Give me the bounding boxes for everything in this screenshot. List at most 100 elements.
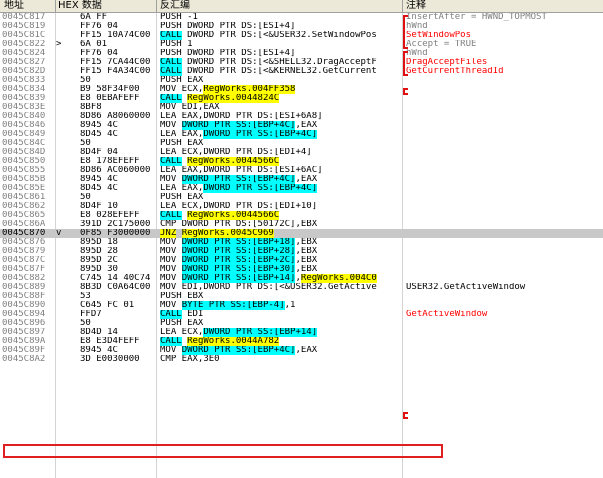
header-comment[interactable]: 注释 bbox=[406, 0, 426, 12]
header-address[interactable]: 地址 bbox=[4, 0, 24, 12]
disasm-row[interactable]: 0045C834 B9 58F34F00 MOV ECX,RegWorks.004F… bbox=[0, 85, 603, 94]
disasm-token: PUSH EAX bbox=[160, 193, 204, 202]
disasm-token: ,EBX bbox=[295, 247, 318, 256]
disasm-cell: MOV DWORD PTR SS:[EBP+4C],EAX bbox=[160, 346, 400, 355]
disasm-row[interactable]: 0045C879 895D 28 MOV DWORD PTR SS:[EBP+28]… bbox=[0, 247, 603, 256]
disasm-cell: CALL RegWorks.0044566C bbox=[160, 211, 400, 220]
hex-cell: 50 bbox=[80, 319, 91, 328]
disasm-token: DWORD PTR SS:[EBP+4C] bbox=[181, 346, 296, 355]
hex-cell: 895D 30 bbox=[80, 265, 118, 274]
disasm-token: RegWorks.0044566C bbox=[187, 157, 280, 166]
disasm-row[interactable]: 0045C82D FF15 F4A34C00 CALL DWORD PTR DS:[… bbox=[0, 67, 603, 76]
jump-marker bbox=[56, 274, 74, 283]
disasm-row[interactable]: 0045C89A E8 E3D4FEFF CALL RegWorks.0044A78… bbox=[0, 337, 603, 346]
disasm-row[interactable]: 0045C894 FFD7 CALL EDI GetActiveWindow bbox=[0, 310, 603, 319]
disasm-token: DWORD PTR DS:[<&SHELL32.DragAcceptF bbox=[181, 58, 377, 67]
disasm-cell: CALL DWORD PTR DS:[<&KERNEL32.GetCurrent bbox=[160, 67, 400, 76]
disasm-token: JNZ bbox=[160, 229, 177, 238]
disasm-row[interactable]: 0045C839 E8 0EBAFEFF CALL RegWorks.0044824… bbox=[0, 94, 603, 103]
hex-cell: FF76 04 bbox=[80, 49, 118, 58]
disasm-row[interactable]: 0045C824 FF76 04 PUSH DWORD PTR DS:[ESI+4]… bbox=[0, 49, 603, 58]
disasm-token: MOV bbox=[160, 247, 182, 256]
disasm-row[interactable]: 0045C85B 8945 4C MOV DWORD PTR SS:[EBP+4C]… bbox=[0, 175, 603, 184]
disasm-row[interactable]: 0045C862 8D4F 10 LEA ECX,DWORD PTR DS:[EDI… bbox=[0, 202, 603, 211]
comment-cell bbox=[406, 148, 601, 157]
comment-cell: USER32.GetActiveWindow bbox=[406, 283, 601, 292]
jump-marker bbox=[56, 292, 74, 301]
comment-cell bbox=[406, 337, 601, 346]
hex-cell: 50 bbox=[80, 193, 91, 202]
jump-marker bbox=[56, 94, 74, 103]
disasm-row[interactable]: 0045C87F 895D 30 MOV DWORD PTR SS:[EBP+30]… bbox=[0, 265, 603, 274]
disasm-row[interactable]: 0045C876 895D 18 MOV DWORD PTR SS:[EBP+18]… bbox=[0, 238, 603, 247]
address-cell: 0045C890 bbox=[2, 301, 46, 310]
disasm-row[interactable]: 0045C846 8945 4C MOV DWORD PTR SS:[EBP+4C]… bbox=[0, 121, 603, 130]
disasm-row[interactable]: 0045C861 50 PUSH EAX bbox=[0, 193, 603, 202]
disasm-row[interactable]: 0045C870 v 0F85 F3000000 JNZ RegWorks.0045C… bbox=[0, 229, 603, 238]
disasm-row[interactable]: 0045C833 50 PUSH EAX bbox=[0, 76, 603, 85]
disasm-cell: MOV DWORD PTR SS:[EBP+14],RegWorks.004C0 bbox=[160, 274, 400, 283]
hex-cell: FF76 04 bbox=[80, 22, 118, 31]
disasm-row[interactable]: 0045C817 6A FF PUSH -1 InsertAfter = HWND_T… bbox=[0, 13, 603, 22]
disasm-row[interactable]: 0045C83E 8BF8 MOV EDI,EAX bbox=[0, 103, 603, 112]
hex-cell: 53 bbox=[80, 292, 91, 301]
disasm-row[interactable]: 0045C88F 53 PUSH EBX bbox=[0, 292, 603, 301]
disasm-row[interactable]: 0045C86A 391D 2C175000 CMP DWORD PTR DS:[5… bbox=[0, 220, 603, 229]
disasm-token: CALL bbox=[160, 94, 182, 103]
disasm-row[interactable]: 0045C822 >6A 01 PUSH 1 Accept = TRUE bbox=[0, 40, 603, 49]
disasm-token: DWORD PTR SS:[EBP+4C] bbox=[181, 175, 296, 184]
jump-marker: > bbox=[56, 40, 62, 49]
address-cell: 0045C855 bbox=[2, 166, 46, 175]
disasm-row[interactable]: 0045C840 8D86 A8060000 LEA EAX,DWORD PTR D… bbox=[0, 112, 603, 121]
hex-cell: 8B3D C0A64C00 bbox=[80, 283, 151, 292]
disasm-row[interactable]: 0045C890 C645 FC 01 MOV BYTE PTR SS:[EBP-4… bbox=[0, 301, 603, 310]
disasm-row[interactable]: 0045C81C FF15 10A74C00 CALL DWORD PTR DS:[… bbox=[0, 31, 603, 40]
disasm-cell: LEA EAX,DWORD PTR DS:[ESI+6A8] bbox=[160, 112, 400, 121]
disasm-row[interactable]: 0045C84C 50 PUSH EAX bbox=[0, 139, 603, 148]
disasm-row[interactable]: 0045C855 8D86 AC060000 LEA EAX,DWORD PTR D… bbox=[0, 166, 603, 175]
disasm-token: DWORD PTR SS:[EBP+30] bbox=[181, 265, 296, 274]
disasm-cell: PUSH -1 bbox=[160, 13, 400, 22]
disasm-row[interactable]: 0045C850 E8 178EFEFF CALL RegWorks.0044566… bbox=[0, 157, 603, 166]
jump-marker bbox=[56, 184, 74, 193]
disasm-row[interactable]: 0045C89F 8945 4C MOV DWORD PTR SS:[EBP+4C]… bbox=[0, 346, 603, 355]
disasm-row[interactable]: 0045C84D 8D4F 04 LEA ECX,DWORD PTR DS:[EDI… bbox=[0, 148, 603, 157]
jump-marker bbox=[56, 355, 74, 364]
disasm-row[interactable]: 0045C849 8D45 4C LEA EAX,DWORD PTR SS:[EBP… bbox=[0, 130, 603, 139]
disasm-row[interactable]: 0045C85E 8D45 4C LEA EAX,DWORD PTR SS:[EBP… bbox=[0, 184, 603, 193]
hex-cell: 0F85 F3000000 bbox=[80, 229, 151, 238]
disasm-row[interactable]: 0045C865 E8 028EFEFF CALL RegWorks.0044566… bbox=[0, 211, 603, 220]
hex-cell: 391D 2C175000 bbox=[80, 220, 151, 229]
address-cell: 0045C833 bbox=[2, 76, 46, 85]
comment-cell bbox=[406, 346, 601, 355]
disasm-row[interactable]: 0045C897 8D4D 14 LEA ECX,DWORD PTR SS:[EBP… bbox=[0, 328, 603, 337]
comment-cell bbox=[406, 256, 601, 265]
disasm-cell: CALL RegWorks.0044A782 bbox=[160, 337, 400, 346]
comment-cell bbox=[406, 202, 601, 211]
address-cell: 0045C849 bbox=[2, 130, 46, 139]
address-cell: 0045C87F bbox=[2, 265, 46, 274]
disasm-row[interactable]: 0045C8A2 3D E0030000 CMP EAX,3E0 bbox=[0, 355, 603, 364]
disasm-cell: CMP DWORD PTR DS:[50172C],EBX bbox=[160, 220, 400, 229]
disasm-row[interactable]: 0045C889 8B3D C0A64C00 MOV EDI,DWORD PTR D… bbox=[0, 283, 603, 292]
comment-cell bbox=[406, 193, 601, 202]
disasm-row[interactable]: 0045C87C 895D 2C MOV DWORD PTR SS:[EBP+2C]… bbox=[0, 256, 603, 265]
disasm-row[interactable]: 0045C896 50 PUSH EAX bbox=[0, 319, 603, 328]
disasm-token: DWORD PTR SS:[EBP+4C] bbox=[181, 121, 296, 130]
disasm-cell: PUSH 1 bbox=[160, 40, 400, 49]
disasm-token: MOV bbox=[160, 175, 182, 184]
disasm-row[interactable]: 0045C819 FF76 04 PUSH DWORD PTR DS:[ESI+4]… bbox=[0, 22, 603, 31]
disassembly-list[interactable]: 0045C817 6A FF PUSH -1 InsertAfter = HWND_T… bbox=[0, 13, 603, 364]
call-args-bracket bbox=[403, 51, 408, 76]
comment-token: InsertAfter = HWND_TOPMOST bbox=[406, 13, 547, 22]
disasm-row[interactable]: 0045C827 FF15 7CA44C00 CALL DWORD PTR DS:[… bbox=[0, 58, 603, 67]
hex-cell: 6A 01 bbox=[80, 40, 108, 49]
header-disasm[interactable]: 反汇编 bbox=[160, 0, 190, 12]
header-hex[interactable]: HEX 数据 bbox=[58, 0, 102, 12]
jump-marker bbox=[56, 139, 74, 148]
disasm-row[interactable]: 0045C882 C745 14 40C74 MOV DWORD PTR SS:[E… bbox=[0, 274, 603, 283]
disasm-cell: PUSH DWORD PTR DS:[ESI+4] bbox=[160, 22, 400, 31]
disasm-cell: PUSH EAX bbox=[160, 76, 400, 85]
disasm-token: DWORD PTR DS:[<&KERNEL32.GetCurrent bbox=[181, 67, 377, 76]
disasm-token: PUSH EAX bbox=[160, 76, 204, 85]
